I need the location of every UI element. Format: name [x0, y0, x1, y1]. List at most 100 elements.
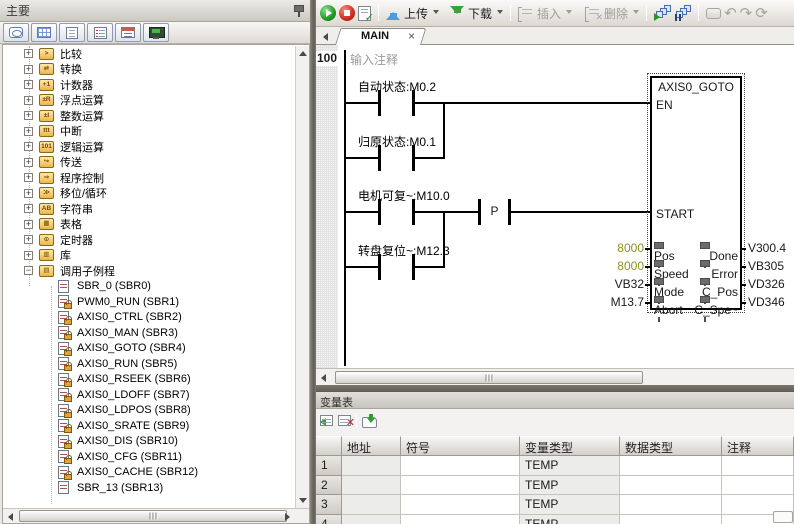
- symbol-cell[interactable]: [401, 515, 520, 524]
- scroll-right-arrow[interactable]: [281, 510, 294, 523]
- tree-item-folder[interactable]: + ⊙ 定时器: [3, 232, 295, 248]
- tree-item-subroutine[interactable]: AXIS0_SRATE (SBR9): [3, 418, 295, 434]
- symbol-cell[interactable]: [401, 456, 520, 476]
- tree-vertical-scrollbar[interactable]: [295, 46, 309, 508]
- positive-edge-contact[interactable]: P: [481, 204, 508, 218]
- var-type-cell[interactable]: TEMP: [520, 495, 620, 515]
- var-type-cell[interactable]: TEMP: [520, 476, 620, 496]
- tree-expander[interactable]: +: [24, 65, 33, 74]
- insert-row-icon[interactable]: [320, 415, 333, 426]
- block-input-value[interactable]: 8000: [566, 241, 644, 255]
- contact-label[interactable]: 自动状态:M0.2: [358, 78, 436, 95]
- delete-dropdown-caret[interactable]: [633, 10, 639, 17]
- sync-button[interactable]: ⟳: [755, 5, 768, 21]
- tree-item-folder[interactable]: + ⇒ 程序控制: [3, 170, 295, 186]
- tree-item-subroutine[interactable]: AXIS0_RSEEK (SBR6): [3, 372, 295, 388]
- tree-item-folder[interactable]: − ▤ 调用子例程: [3, 263, 295, 279]
- tree-expander[interactable]: +: [24, 49, 33, 58]
- stop-button[interactable]: [339, 5, 355, 21]
- program-status-button[interactable]: [654, 5, 671, 21]
- editor-horizontal-scrollbar[interactable]: [316, 368, 794, 385]
- address-cell[interactable]: [342, 515, 401, 524]
- tree-item-folder[interactable]: + ttt 中断: [3, 124, 295, 140]
- comment-cell[interactable]: [722, 476, 794, 496]
- insert-dropdown-caret[interactable]: [566, 10, 572, 17]
- document-icon[interactable]: [59, 23, 85, 42]
- tree-expander[interactable]: +: [24, 220, 33, 229]
- data-type-cell[interactable]: [620, 456, 722, 476]
- var-type-cell[interactable]: TEMP: [520, 515, 620, 524]
- tree-item-folder[interactable]: + ±I 整数运算: [3, 108, 295, 124]
- tree-item-subroutine[interactable]: AXIS0_CACHE (SBR12): [3, 465, 295, 481]
- address-cell[interactable]: [342, 456, 401, 476]
- delete-row-icon[interactable]: ✕: [338, 415, 351, 426]
- scroll-up-arrow[interactable]: [296, 47, 309, 60]
- upload-button[interactable]: 上传: [386, 5, 439, 22]
- download-button[interactable]: 下载: [450, 5, 503, 22]
- symbol-cell[interactable]: [401, 476, 520, 496]
- block-output-value[interactable]: VD346: [748, 295, 785, 309]
- data-type-cell[interactable]: [620, 476, 722, 496]
- pause-status-button[interactable]: [674, 5, 691, 21]
- tree-expander[interactable]: +: [24, 158, 33, 167]
- block-output-value[interactable]: VB305: [748, 259, 784, 273]
- download-table-icon[interactable]: [362, 414, 377, 428]
- data-type-cell[interactable]: [620, 515, 722, 524]
- window-icon[interactable]: [3, 23, 29, 42]
- tree-expander[interactable]: +: [24, 142, 33, 151]
- row-number-cell[interactable]: 2: [316, 476, 342, 496]
- run-button[interactable]: [320, 5, 336, 21]
- tree-expander[interactable]: +: [24, 251, 33, 260]
- tree-item-folder[interactable]: + ≫ 移位/循环: [3, 186, 295, 202]
- tree-item-subroutine[interactable]: AXIS0_LDOFF (SBR7): [3, 387, 295, 403]
- horizontal-splitter[interactable]: [316, 385, 794, 392]
- block-input-value[interactable]: M13.7: [566, 295, 644, 309]
- tree-expander[interactable]: +: [24, 204, 33, 213]
- row-number-cell[interactable]: 1: [316, 456, 342, 476]
- redo-button[interactable]: ↷: [740, 5, 753, 21]
- tab-main[interactable]: MAIN ×: [335, 28, 421, 45]
- tree-expander[interactable]: +: [24, 80, 33, 89]
- row-number-cell[interactable]: 3: [316, 495, 342, 515]
- tree-item-subroutine[interactable]: AXIS0_LDPOS (SBR8): [3, 403, 295, 419]
- block-input-value[interactable]: 8000: [566, 259, 644, 273]
- tab-scroll-left-arrow[interactable]: [318, 30, 332, 43]
- tree-item-subroutine[interactable]: AXIS0_CTRL (SBR2): [3, 310, 295, 326]
- address-cell[interactable]: [342, 476, 401, 496]
- tree-expander[interactable]: −: [24, 266, 33, 275]
- tree-item-folder[interactable]: + ±R 浮点运算: [3, 93, 295, 109]
- download-dropdown-caret[interactable]: [497, 10, 503, 17]
- comment-cell[interactable]: [722, 456, 794, 476]
- list-icon[interactable]: [87, 23, 113, 42]
- var-type-cell[interactable]: TEMP: [520, 456, 620, 476]
- tree-expander[interactable]: +: [24, 96, 33, 105]
- tree-expander[interactable]: +: [24, 111, 33, 120]
- tree-item-folder[interactable]: + ▦ 表格: [3, 217, 295, 233]
- delete-button[interactable]: ✕ 删除: [585, 5, 639, 22]
- tree-expander[interactable]: +: [24, 127, 33, 136]
- scrollbar-thumb[interactable]: [19, 510, 287, 522]
- symbol-cell[interactable]: [401, 495, 520, 515]
- tree-item-subroutine[interactable]: PWM0_RUN (SBR1): [3, 294, 295, 310]
- tree-horizontal-scrollbar[interactable]: [3, 508, 309, 523]
- block-output-value[interactable]: V300.4: [748, 241, 786, 255]
- tree-item-subroutine[interactable]: AXIS0_CFG (SBR11): [3, 449, 295, 465]
- tree-item-folder[interactable]: + > 比较: [3, 46, 295, 62]
- tree-item-subroutine[interactable]: AXIS0_GOTO (SBR4): [3, 341, 295, 357]
- bookmark-button[interactable]: [706, 8, 721, 19]
- tree-item-folder[interactable]: + 101 逻辑运算: [3, 139, 295, 155]
- contact-label[interactable]: 电机可复~:M10.0: [358, 187, 450, 204]
- insert-button[interactable]: 插入: [518, 5, 572, 22]
- contact-label[interactable]: 归原状态:M0.1: [358, 133, 436, 150]
- tree-item-subroutine[interactable]: SBR_0 (SBR0): [3, 279, 295, 295]
- tree-item-subroutine[interactable]: SBR_13 (SBR13): [3, 480, 295, 496]
- undo-button[interactable]: ↶: [724, 5, 737, 21]
- tab-close-icon[interactable]: ×: [408, 29, 415, 43]
- monitor-icon[interactable]: [143, 23, 169, 42]
- scrollbar-thumb[interactable]: [335, 371, 643, 384]
- scroll-left-arrow[interactable]: [4, 510, 17, 523]
- scroll-down-arrow[interactable]: [296, 494, 309, 507]
- row-number-cell[interactable]: 4: [316, 515, 342, 524]
- tree-item-folder[interactable]: + AB 字符串: [3, 201, 295, 217]
- address-cell[interactable]: [342, 495, 401, 515]
